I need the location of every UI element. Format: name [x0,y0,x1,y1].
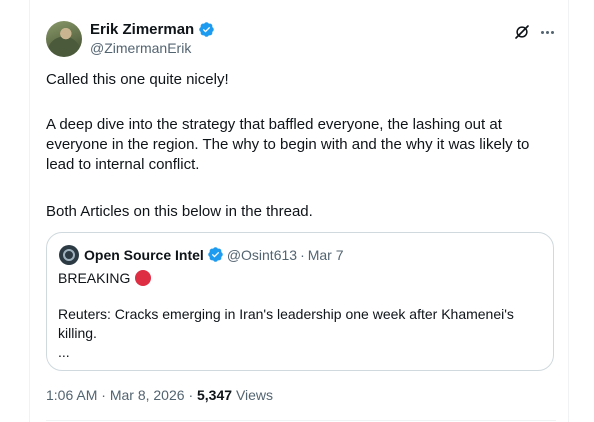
quoted-breaking-line: BREAKING [58,270,152,286]
more-icon[interactable] [538,23,556,41]
quoted-author-avatar[interactable] [59,245,79,265]
tweet-paragraph-3: Both Articles on this below in the threa… [46,203,313,220]
meta-separator: · [101,387,106,403]
author-name-row[interactable]: Erik Zimerman [90,21,215,38]
author-handle[interactable]: @ZimermanErik [90,40,191,56]
divider [46,420,556,421]
views-count: 5,347 [197,387,233,403]
quoted-author-handle[interactable]: @Osint613 [227,247,297,263]
verified-badge-icon [208,247,223,262]
quoted-tweet-header: Open Source Intel @Osint613 · Mar 7 [84,246,344,263]
grok-icon[interactable] [513,23,531,41]
meta-separator: · [188,387,194,403]
red-circle-icon [135,270,152,286]
quoted-breaking-text: BREAKING [58,270,131,286]
tweet-paragraph-1: Called this one quite nicely! [46,71,229,88]
quoted-author-display-name[interactable]: Open Source Intel [84,247,204,263]
quoted-tweet-ellipsis: ... [58,344,70,360]
author-avatar[interactable] [46,21,82,57]
tweet-date[interactable]: Mar 8, 2026 [110,387,185,403]
quoted-separator: · [300,246,305,263]
author-display-name[interactable]: Erik Zimerman [90,21,194,38]
verified-badge-icon [199,22,214,37]
tweet-time[interactable]: 1:06 AM [46,387,97,403]
quoted-date[interactable]: Mar 7 [308,247,344,263]
tweet-paragraph-2: A deep dive into the strategy that baffl… [46,116,530,173]
quoted-tweet[interactable]: Open Source Intel @Osint613 · Mar 7 BREA… [46,232,554,371]
quoted-tweet-body: Reuters: Cracks emerging in Iran's leade… [58,306,514,341]
views-label: Views [235,387,274,403]
tweet-meta-row: 1:06 AM · Mar 8, 2026 · 5,347 Views [46,387,273,403]
